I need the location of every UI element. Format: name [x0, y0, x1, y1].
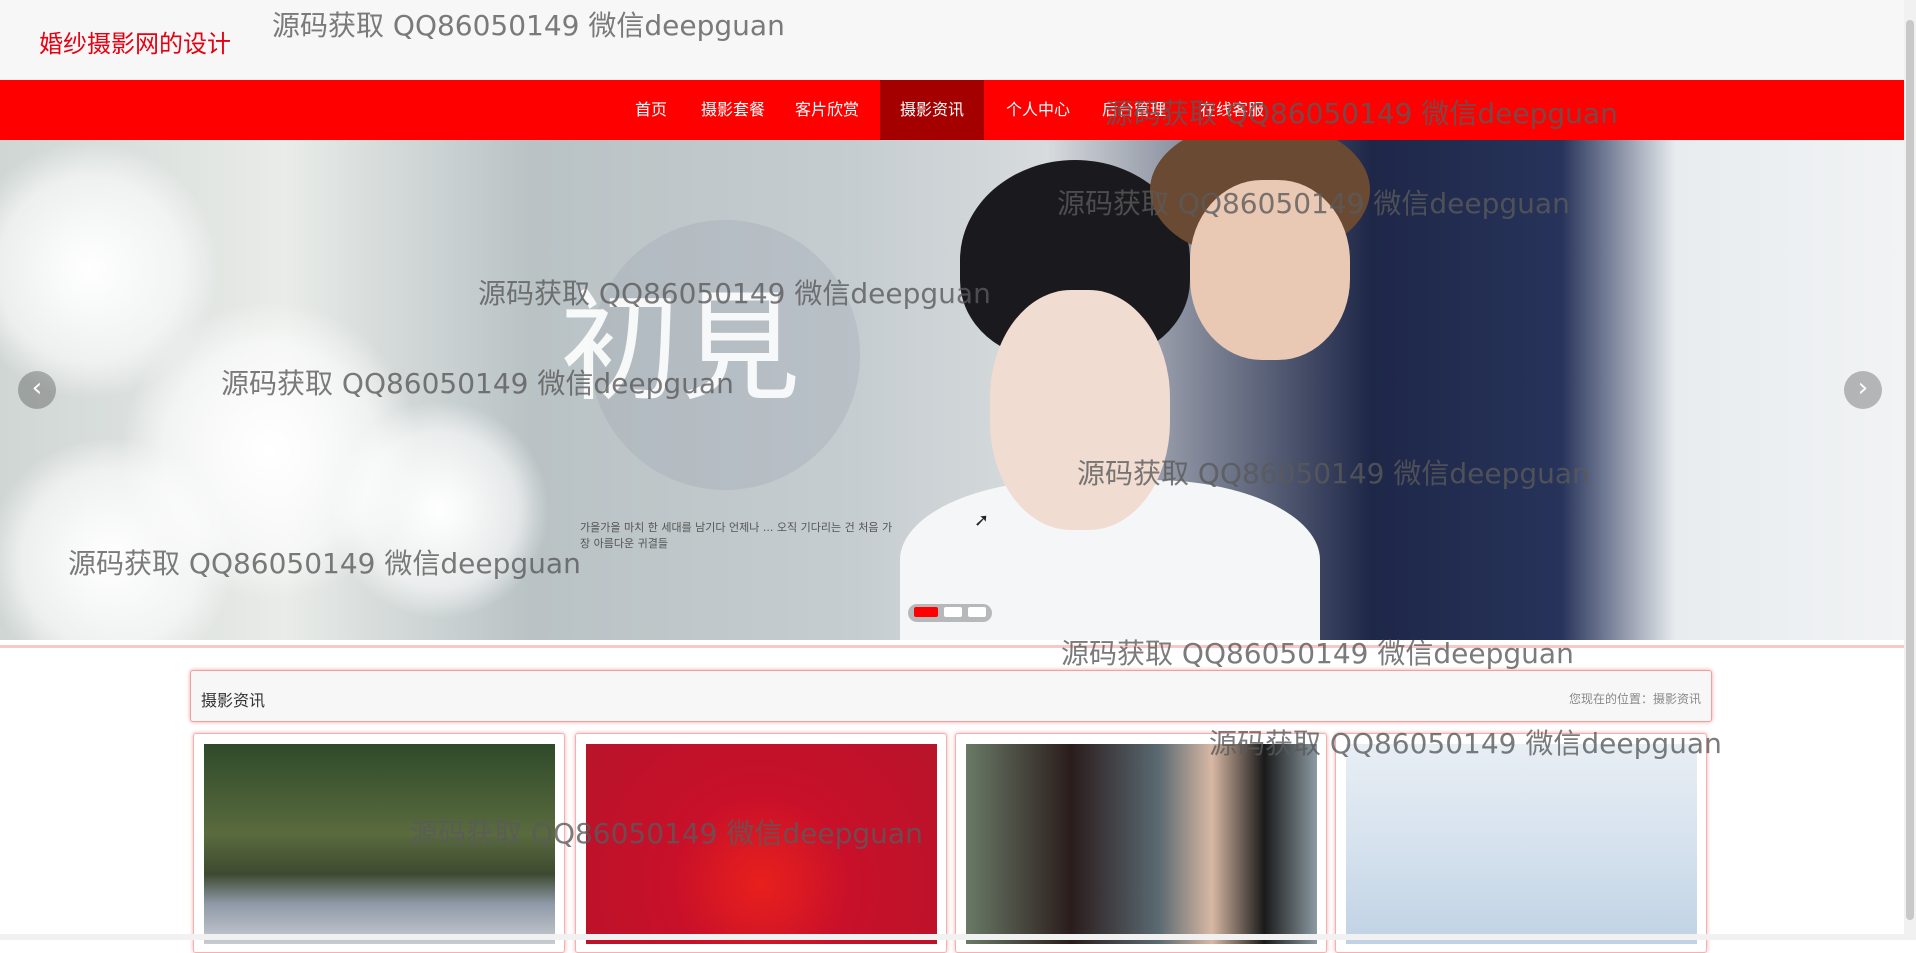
nav-item-gallery[interactable]: 客片欣赏 — [775, 80, 879, 140]
nav-item-home[interactable]: 首页 — [615, 80, 687, 140]
site-header: 婚纱摄影网的设计 — [0, 0, 1904, 80]
news-image[interactable] — [1346, 744, 1697, 944]
breadcrumb: 摄影资讯 您现在的位置：摄影资讯 — [190, 670, 1712, 722]
chevron-right-icon[interactable]: › — [1844, 371, 1882, 409]
blossom-decoration — [330, 400, 550, 620]
site-title[interactable]: 婚纱摄影网的设计 — [39, 24, 231, 59]
news-card[interactable] — [955, 733, 1327, 953]
slide-caption: 가을가을 마치 한 세대를 남기다 언제나 ... 오직 기다리는 건 처음 가… — [580, 521, 893, 550]
nav-item-support[interactable]: 在线客服 — [1180, 80, 1284, 140]
page-title: 摄影资讯 — [201, 691, 266, 710]
hero-carousel[interactable]: 初見 가을가을 마치 한 세대를 남기다 언제나 ... 오직 기다리는 건 처… — [0, 140, 1904, 640]
carousel-dot-3[interactable] — [968, 607, 986, 617]
chevron-left-icon[interactable]: ‹ — [18, 371, 56, 409]
horizontal-scrollbar[interactable] — [0, 934, 1904, 940]
vertical-scrollbar[interactable] — [1904, 0, 1916, 940]
carousel-dot-2[interactable] — [944, 607, 962, 617]
nav-item-news[interactable]: 摄影资讯 — [880, 80, 985, 140]
calligraphy-text: 初見 — [560, 279, 800, 418]
nav-item-profile[interactable]: 个人中心 — [986, 80, 1090, 140]
nav-item-packages[interactable]: 摄影套餐 — [681, 80, 785, 140]
scrollbar-thumb[interactable] — [1906, 20, 1914, 920]
carousel-indicators — [908, 604, 992, 622]
bride-face-shape — [990, 290, 1170, 530]
carousel-dot-1[interactable] — [914, 607, 938, 617]
section-divider — [0, 645, 1904, 648]
news-card[interactable] — [1335, 733, 1707, 953]
nav-item-admin[interactable]: 后台管理 — [1082, 80, 1186, 140]
news-image[interactable] — [204, 744, 555, 944]
breadcrumb-location: 您现在的位置：摄影资讯 — [1568, 692, 1701, 706]
main-nav: 首页 摄影套餐 客片欣赏 摄影资讯 个人中心 后台管理 在线客服 — [0, 80, 1904, 140]
news-card[interactable] — [575, 733, 947, 953]
news-image[interactable] — [966, 744, 1317, 944]
news-card[interactable] — [193, 733, 565, 953]
groom-face-shape — [1190, 180, 1350, 360]
news-image[interactable] — [586, 744, 937, 944]
mouse-cursor-icon: ➚ — [974, 510, 990, 531]
